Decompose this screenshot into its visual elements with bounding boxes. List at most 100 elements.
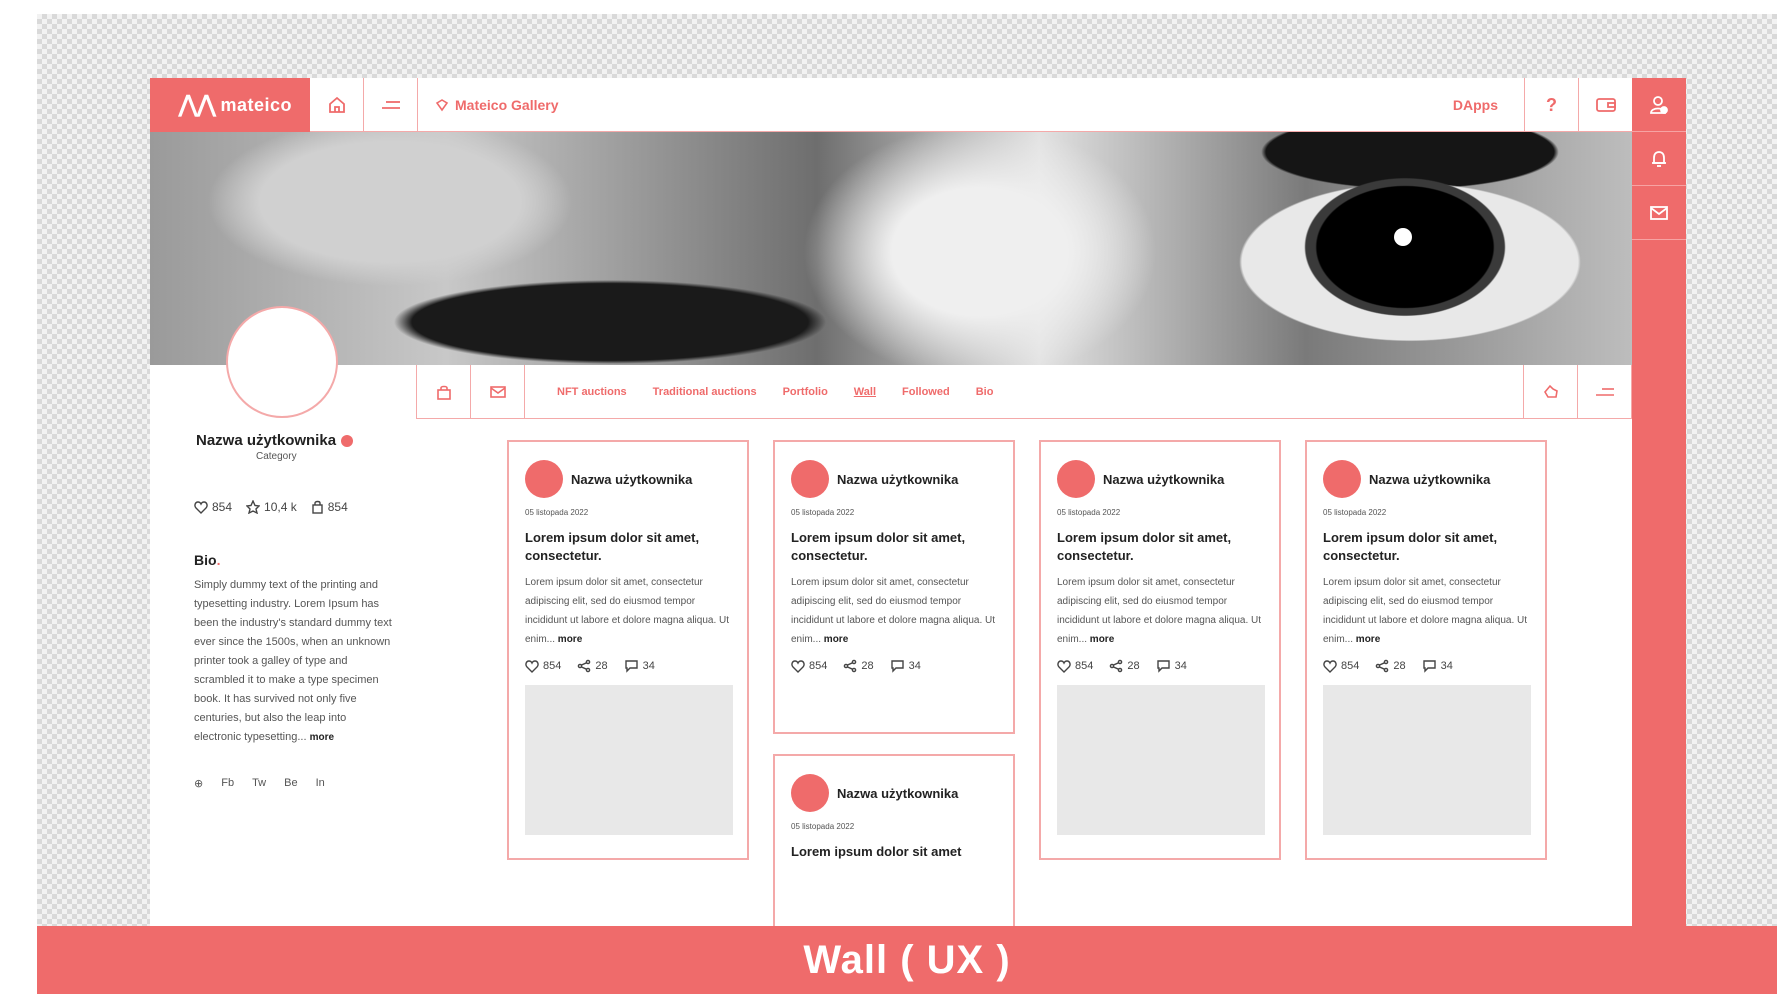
social-facebook[interactable]: Fb [221, 777, 234, 790]
tab-portfolio[interactable]: Portfolio [783, 386, 828, 398]
post-author-avatar[interactable] [1057, 460, 1095, 498]
comment-button[interactable]: 34 [1422, 659, 1453, 673]
help-button[interactable]: ? [1524, 78, 1578, 132]
wall-post-card[interactable]: Nazwa użytkownika 05 listopada 2022 Lore… [507, 440, 749, 860]
user-icon [1650, 95, 1668, 114]
wall-post-card[interactable]: Nazwa użytkownika 05 listopada 2022 Lore… [773, 440, 1015, 734]
comment-button[interactable]: 34 [624, 659, 655, 673]
message-button[interactable] [471, 365, 525, 418]
app-frame: ⋀⋀ mateico Mateico Gallery DApps ? NFT a… [150, 78, 1686, 928]
logo-text: mateico [220, 94, 292, 115]
post-actions: 854 28 34 [791, 659, 997, 673]
wall-post-card[interactable]: Nazwa użytkownika 05 listopada 2022 Lore… [1039, 440, 1281, 860]
bag-icon [312, 500, 323, 514]
bag-stat: 854 [311, 500, 348, 514]
post-author-name[interactable]: Nazwa użytkownika [837, 786, 958, 801]
bottom-banner: Wall ( UX ) [37, 926, 1777, 994]
post-header: Nazwa użytkownika [1323, 460, 1529, 498]
post-author-avatar[interactable] [525, 460, 563, 498]
tab-nft-auctions[interactable]: NFT auctions [557, 386, 627, 398]
comment-button[interactable]: 34 [1156, 659, 1187, 673]
share-button[interactable]: 28 [1109, 659, 1140, 673]
bio-heading-dot: . [216, 552, 221, 568]
heart-icon [1057, 659, 1071, 673]
home-icon [328, 96, 345, 113]
cover-image [150, 132, 1632, 365]
heart-icon [194, 500, 208, 514]
post-date: 05 listopada 2022 [1323, 508, 1387, 517]
profile-username: Nazwa użytkownika [196, 432, 394, 449]
profile-subnav: NFT auctions Traditional auctions Portfo… [416, 365, 1632, 419]
post-more-link[interactable]: more [558, 634, 582, 645]
gallery-icon [435, 99, 449, 112]
post-more-link[interactable]: more [1090, 634, 1114, 645]
post-date: 05 listopada 2022 [525, 508, 589, 517]
post-title[interactable]: Lorem ipsum dolor sit amet, consectetur. [1323, 529, 1529, 565]
post-title[interactable]: Lorem ipsum dolor sit amet, consectetur. [791, 529, 997, 565]
post-image-placeholder[interactable] [1057, 685, 1265, 835]
wall-post-card[interactable]: Nazwa użytkownika 05 listopada 2022 Lore… [1305, 440, 1547, 860]
tab-bio[interactable]: Bio [976, 386, 994, 398]
profile-avatar[interactable] [226, 306, 338, 418]
like-button[interactable]: 854 [1323, 659, 1359, 673]
share-button[interactable]: 28 [1375, 659, 1406, 673]
post-author-avatar[interactable] [791, 460, 829, 498]
like-button[interactable]: 854 [525, 659, 561, 673]
user-button[interactable] [1632, 78, 1686, 132]
share-button[interactable]: 28 [843, 659, 874, 673]
post-actions: 854 28 34 [1057, 659, 1263, 673]
share-icon [578, 659, 591, 673]
globe-icon[interactable]: ⊕ [194, 777, 203, 790]
wallet-button[interactable] [1578, 78, 1632, 132]
post-author-name[interactable]: Nazwa użytkownika [571, 472, 692, 487]
menu-button[interactable] [364, 78, 418, 132]
wall-post-card[interactable]: Nazwa użytkownika 05 listopada 2022 Lore… [773, 754, 1015, 928]
post-more-link[interactable]: more [1356, 634, 1380, 645]
like-button[interactable]: 854 [791, 659, 827, 673]
post-title[interactable]: Lorem ipsum dolor sit amet, consectetur. [525, 529, 731, 565]
like-button[interactable]: 854 [1057, 659, 1093, 673]
bio-text: Simply dummy text of the printing and ty… [194, 579, 392, 743]
logo[interactable]: ⋀⋀ mateico [150, 78, 310, 132]
bag-icon [436, 385, 451, 400]
social-twitter[interactable]: Tw [252, 777, 266, 790]
share-button[interactable]: 28 [577, 659, 608, 673]
post-author-name[interactable]: Nazwa użytkownika [837, 472, 958, 487]
username-text: Nazwa użytkownika [196, 432, 337, 449]
bio-more-link[interactable]: more [310, 732, 334, 743]
post-more-link[interactable]: more [824, 634, 848, 645]
gallery-link[interactable]: Mateico Gallery [435, 78, 559, 132]
notifications-button[interactable] [1632, 132, 1686, 186]
comment-button[interactable]: 34 [890, 659, 921, 673]
share-icon [844, 659, 857, 673]
post-title[interactable]: Lorem ipsum dolor sit amet [791, 843, 997, 861]
logo-mark-icon: ⋀⋀ [178, 91, 216, 118]
post-body: Lorem ipsum dolor sit amet, consectetur … [791, 577, 996, 645]
profile-category: Category [256, 451, 297, 462]
post-author-name[interactable]: Nazwa użytkownika [1103, 472, 1224, 487]
post-author-avatar[interactable] [1323, 460, 1361, 498]
subnav-menu-button[interactable] [1577, 365, 1631, 418]
dapps-link[interactable]: DApps [1453, 78, 1498, 132]
post-image-placeholder[interactable] [1323, 685, 1531, 835]
social-behance[interactable]: Be [284, 777, 297, 790]
messages-button[interactable] [1632, 186, 1686, 240]
tab-traditional-auctions[interactable]: Traditional auctions [653, 386, 757, 398]
stars-stat: 10,4 k [246, 500, 297, 514]
tab-wall[interactable]: Wall [854, 386, 876, 398]
post-title[interactable]: Lorem ipsum dolor sit amet, consectetur. [1057, 529, 1263, 565]
post-image-placeholder[interactable] [525, 685, 733, 835]
bio-heading: Bio. [194, 552, 221, 568]
hand-button[interactable] [1523, 365, 1577, 418]
verified-icon [341, 434, 354, 447]
tab-followed[interactable]: Followed [902, 386, 950, 398]
post-author-avatar[interactable] [791, 774, 829, 812]
social-linkedin[interactable]: In [316, 777, 325, 790]
bag-button[interactable] [417, 365, 471, 418]
comment-icon [1422, 660, 1436, 673]
post-body: Lorem ipsum dolor sit amet, consectetur … [1323, 577, 1528, 645]
profile-column: Nazwa użytkownika Category 854 10,4 k 85… [194, 432, 394, 790]
post-date: 05 listopada 2022 [791, 508, 855, 517]
home-button[interactable] [310, 78, 364, 132]
post-author-name[interactable]: Nazwa użytkownika [1369, 472, 1490, 487]
